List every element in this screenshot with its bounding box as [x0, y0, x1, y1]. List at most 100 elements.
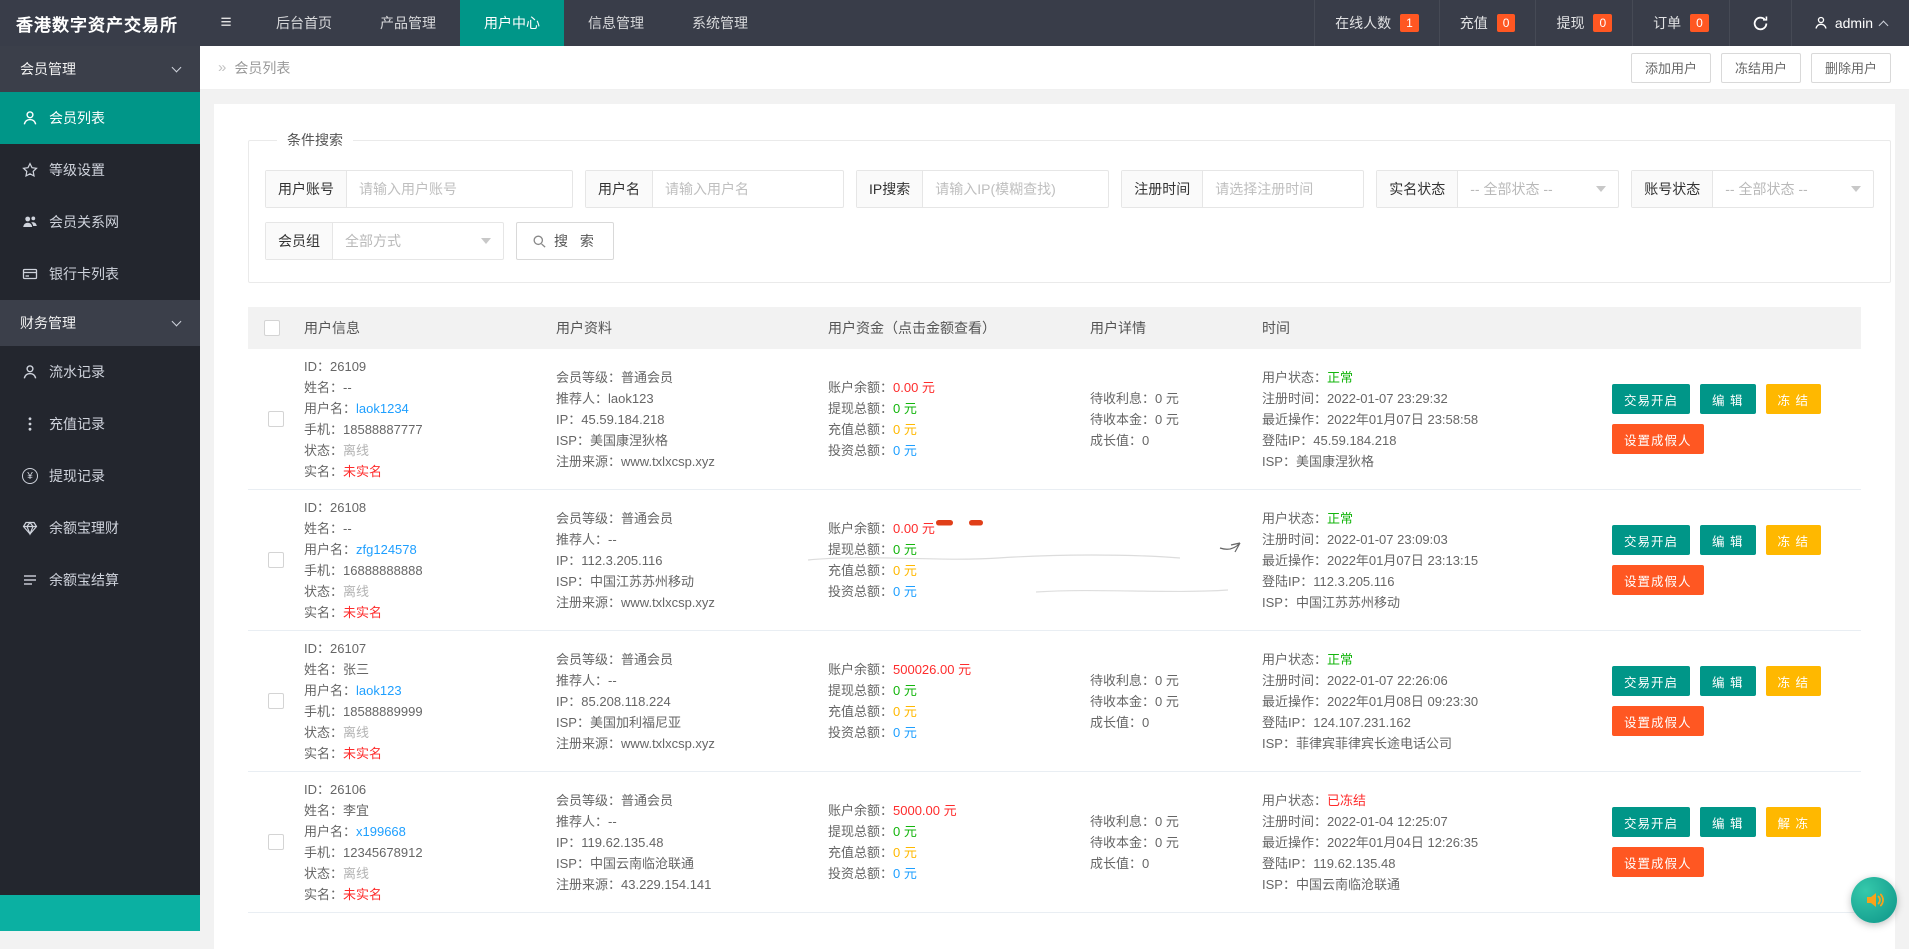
customer-service-button[interactable] — [1851, 877, 1897, 923]
unfreeze-button[interactable]: 解 冻 — [1766, 807, 1821, 837]
sidebar-item-member-network[interactable]: 会员关系网 — [0, 196, 200, 248]
username-link[interactable]: laok123 — [356, 683, 402, 698]
nav-item-products[interactable]: 产品管理 — [356, 0, 460, 46]
freeze-button[interactable]: 冻 结 — [1766, 384, 1821, 414]
sidebar-item-yuebao-invest[interactable]: 余额宝理财 — [0, 502, 200, 554]
sidebar-item-flow-records[interactable]: 流水记录 — [0, 346, 200, 398]
sidebar-item-level-settings[interactable]: 等级设置 — [0, 144, 200, 196]
field-value: 2022年01月07日 23:13:15 — [1327, 553, 1478, 568]
field-label: 用户状态： — [1262, 511, 1327, 526]
field-value: 45.59.184.218 — [581, 412, 664, 427]
account-status-select[interactable]: -- 全部状态 -- — [1713, 171, 1873, 207]
nav-item-user-center[interactable]: 用户中心 — [460, 0, 564, 46]
field-label: 登陆IP： — [1262, 715, 1313, 730]
trade-open-button[interactable]: 交易开启 — [1612, 807, 1690, 837]
member-list-card: 条件搜索 用户账号 用户名 IP搜索 注册时间 — [214, 104, 1895, 949]
set-fake-user-button[interactable]: 设置成假人 — [1612, 706, 1704, 736]
trade-open-button[interactable]: 交易开启 — [1612, 525, 1690, 555]
freeze-button[interactable]: 冻 结 — [1766, 525, 1821, 555]
field-value: 0 元 — [893, 845, 917, 860]
field-label: 投资总额： — [828, 584, 893, 599]
set-fake-user-button[interactable]: 设置成假人 — [1612, 565, 1704, 595]
set-fake-user-button[interactable]: 设置成假人 — [1612, 424, 1704, 454]
stat-withdraw[interactable]: 提现 0 — [1535, 0, 1632, 46]
sidebar-item-label: 提现记录 — [49, 466, 105, 486]
page-title: 会员列表 — [234, 58, 290, 78]
field-value: 2022年01月07日 23:58:58 — [1327, 412, 1478, 427]
select-all-checkbox[interactable] — [264, 320, 280, 336]
field-label: 账户余额： — [828, 662, 893, 677]
stat-label: 提现 — [1556, 13, 1584, 33]
field-label: 登陆IP： — [1262, 433, 1313, 448]
freeze-users-button[interactable]: 冻结用户 — [1721, 53, 1801, 83]
member-group-select[interactable]: 全部方式 — [333, 223, 503, 259]
add-user-button[interactable]: 添加用户 — [1631, 53, 1711, 83]
row-checkbox[interactable] — [268, 552, 284, 568]
nav-item-info[interactable]: 信息管理 — [564, 0, 668, 46]
row-checkbox[interactable] — [268, 693, 284, 709]
trade-open-button[interactable]: 交易开启 — [1612, 384, 1690, 414]
register-time-input[interactable] — [1203, 171, 1363, 207]
admin-menu[interactable]: admin — [1791, 0, 1909, 46]
field-value: 85.208.118.224 — [581, 694, 670, 709]
field-value: 5000.00 元 — [893, 803, 957, 818]
group-label: 会员管理 — [20, 59, 76, 79]
edit-button[interactable]: 编 辑 — [1700, 807, 1755, 837]
user-time-cell: 用户状态：正常注册时间：2022-01-07 23:29:32最近操作：2022… — [1254, 367, 1594, 472]
select-value: -- 全部状态 -- — [1470, 179, 1552, 199]
field-label: 最近操作： — [1262, 553, 1327, 568]
sidebar-item-member-list[interactable]: 会员列表 — [0, 92, 200, 144]
sidebar-group-member[interactable]: 会员管理 — [0, 46, 200, 92]
sidebar-item-withdraw-records[interactable]: ¥ 提现记录 — [0, 450, 200, 502]
username-link[interactable]: laok1234 — [356, 401, 409, 416]
field-label: 最近操作： — [1262, 835, 1327, 850]
nav-item-system[interactable]: 系统管理 — [668, 0, 772, 46]
sidebar-item-label: 余额宝理财 — [49, 518, 119, 538]
search-button[interactable]: 搜 索 — [516, 222, 614, 260]
username-input[interactable] — [653, 171, 843, 207]
sidebar-item-recharge-records[interactable]: 充值记录 — [0, 398, 200, 450]
account-input[interactable] — [347, 171, 572, 207]
set-fake-user-button[interactable]: 设置成假人 — [1612, 847, 1704, 877]
row-checkbox[interactable] — [268, 834, 284, 850]
sidebar-group-finance[interactable]: 财务管理 — [0, 300, 200, 346]
delete-users-button[interactable]: 删除用户 — [1811, 53, 1891, 83]
ip-search-input[interactable] — [923, 171, 1108, 207]
top-navbar: 香港数字资产交易所 ≡ 后台首页 产品管理 用户中心 信息管理 系统管理 在线人… — [0, 0, 1909, 46]
edit-button[interactable]: 编 辑 — [1700, 666, 1755, 696]
user-info-cell: ID：26108姓名：--用户名：zfg124578手机：16888888888… — [296, 497, 548, 623]
sidebar-item-yuebao-settle[interactable]: 余额宝结算 — [0, 554, 200, 606]
field-value: 2022-01-07 23:09:03 — [1327, 532, 1448, 547]
edit-button[interactable]: 编 辑 — [1700, 525, 1755, 555]
username-link[interactable]: zfg124578 — [356, 542, 417, 557]
field-value: 0 元 — [893, 824, 917, 839]
search-button-label: 搜 索 — [554, 231, 598, 251]
field-label: IP： — [556, 835, 581, 850]
row-checkbox[interactable] — [268, 411, 284, 427]
edit-button[interactable]: 编 辑 — [1700, 384, 1755, 414]
field-value: 中国江苏苏州移动 — [590, 574, 694, 589]
menu-toggle[interactable]: ≡ — [200, 0, 252, 46]
table-row: ID：26105姓名：李家美用户名：c87001会员等级：普通会员推荐人：--账… — [248, 913, 1861, 949]
user-info-cell: ID：26107姓名：张三用户名：laok123手机：18588889999状态… — [296, 638, 548, 764]
field-label: 成长值： — [1090, 715, 1142, 730]
sidebar-item-label: 余额宝结算 — [49, 570, 119, 590]
username-link[interactable]: x199668 — [356, 824, 406, 839]
nav-item-home[interactable]: 后台首页 — [252, 0, 356, 46]
stat-recharge[interactable]: 充值 0 — [1439, 0, 1536, 46]
search-legend: 条件搜索 — [277, 130, 353, 150]
field-value: 0 元 — [893, 866, 917, 881]
table-header: 用户信息 用户资料 用户资金（点击金额查看） 用户详情 时间 — [248, 307, 1861, 349]
sidebar-item-bank-cards[interactable]: 银行卡列表 — [0, 248, 200, 300]
field-label: 账户余额： — [828, 521, 893, 536]
trade-open-button[interactable]: 交易开启 — [1612, 666, 1690, 696]
realname-status-select[interactable]: -- 全部状态 -- — [1458, 171, 1618, 207]
refresh-button[interactable] — [1729, 0, 1791, 46]
breadcrumb-arrows-icon: » — [218, 59, 226, 76]
field-value: www.txlxcsp.xyz — [621, 736, 715, 751]
stat-orders[interactable]: 订单 0 — [1632, 0, 1729, 46]
stat-online[interactable]: 在线人数 1 — [1314, 0, 1439, 46]
table-row: ID：26109姓名：--用户名：laok1234手机：18588887777状… — [248, 349, 1861, 490]
freeze-button[interactable]: 冻 结 — [1766, 666, 1821, 696]
field-value: 离线 — [343, 443, 369, 458]
